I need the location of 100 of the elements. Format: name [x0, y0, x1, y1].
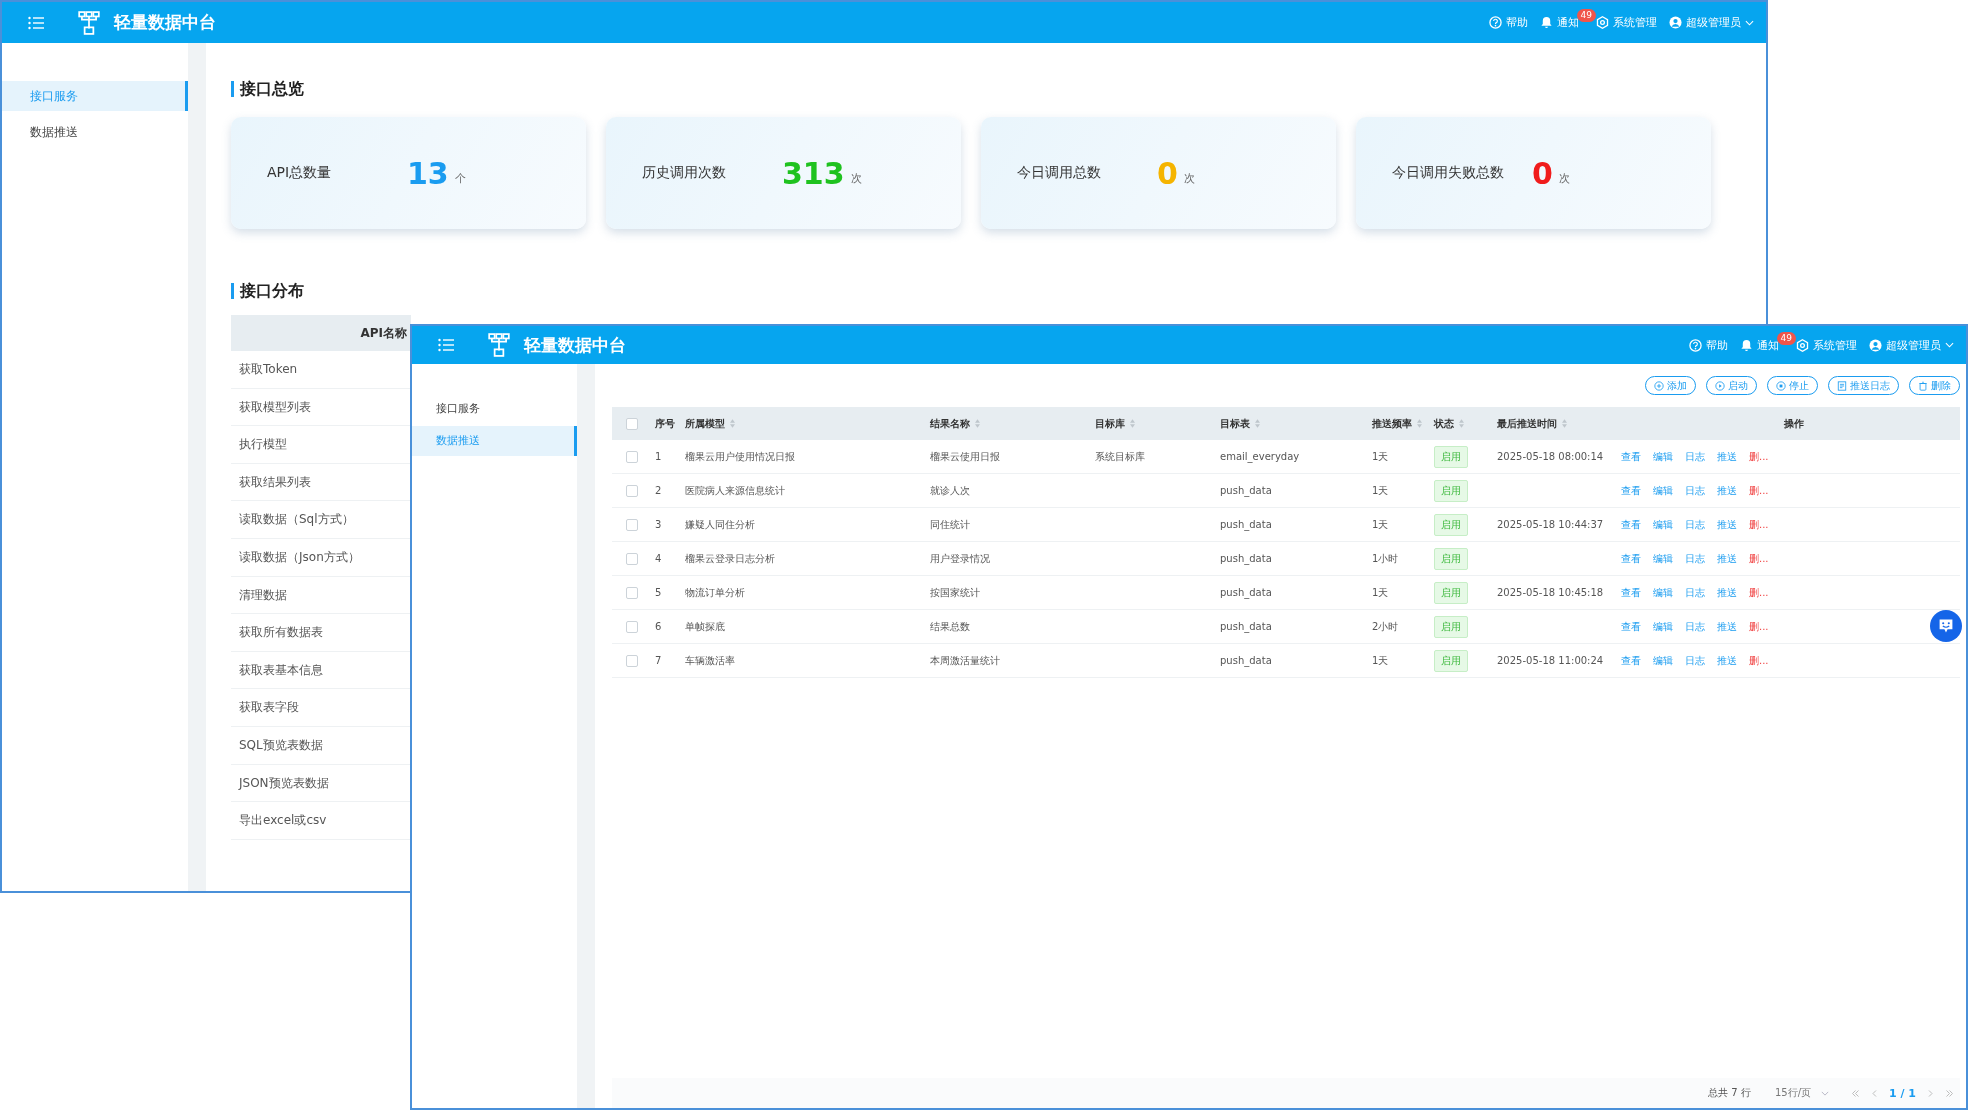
sort-icon	[1562, 419, 1567, 428]
column-header[interactable]: 推送频率	[1372, 416, 1434, 431]
action-link[interactable]: 查看	[1621, 619, 1641, 634]
action-link[interactable]: 查看	[1621, 449, 1641, 464]
action-link[interactable]: 删...	[1749, 483, 1769, 498]
action-link[interactable]: 查看	[1621, 517, 1641, 532]
header-link[interactable]: 系统管理	[1796, 337, 1857, 353]
action-link[interactable]: 日志	[1685, 551, 1705, 566]
header-link[interactable]: 超级管理员	[1869, 337, 1954, 353]
action-link[interactable]: 日志	[1685, 585, 1705, 600]
action-link[interactable]: 推送	[1717, 585, 1737, 600]
action-link[interactable]: 删...	[1749, 585, 1769, 600]
action-link[interactable]: 推送	[1717, 483, 1737, 498]
sort-icon	[975, 419, 980, 428]
table-cell-text: 1天	[1372, 449, 1390, 464]
action-link[interactable]: 编辑	[1653, 551, 1673, 566]
column-header[interactable]: 序号	[652, 416, 685, 431]
column-header[interactable]: 操作	[1617, 416, 1960, 431]
action-link[interactable]: 编辑	[1653, 585, 1673, 600]
column-header[interactable]: 目标表	[1220, 416, 1372, 431]
action-link[interactable]: 查看	[1621, 483, 1641, 498]
table-cell-text: 单帧探底	[685, 619, 726, 634]
header-link[interactable]: 帮助	[1488, 15, 1528, 30]
action-link[interactable]: 编辑	[1653, 653, 1673, 668]
column-header[interactable]: 状态	[1434, 416, 1497, 431]
action-link[interactable]: 删...	[1749, 551, 1769, 566]
stat-value: 0	[1157, 155, 1178, 191]
toolbar-button[interactable]: 停止	[1767, 376, 1818, 395]
sidebar-item[interactable]: 数据推送	[2, 117, 188, 147]
column-header[interactable]: 最后推送时间	[1497, 416, 1617, 431]
table-cell-text: 1天	[1372, 653, 1390, 668]
action-link[interactable]: 编辑	[1653, 517, 1673, 532]
table-cell-text: push_data	[1220, 655, 1273, 666]
checkbox[interactable]	[626, 450, 638, 463]
menu-icon[interactable]	[28, 15, 44, 30]
stat-value: 0	[1532, 155, 1553, 191]
action-link[interactable]: 推送	[1717, 619, 1737, 634]
stat-unit: 次	[1183, 170, 1195, 186]
column-header[interactable]: 目标库	[1095, 416, 1220, 431]
checkbox[interactable]	[626, 654, 638, 667]
action-link[interactable]: 编辑	[1653, 483, 1673, 498]
header-link[interactable]: 超级管理员	[1669, 15, 1754, 30]
next-page-icon[interactable]	[1926, 1088, 1935, 1098]
table-cell-text: push_data	[1220, 519, 1273, 530]
header-link[interactable]: 系统管理	[1596, 15, 1657, 30]
table-cell-text: 2	[654, 485, 663, 496]
action-link[interactable]: 日志	[1685, 483, 1705, 498]
sidebar-item[interactable]: 接口服务	[412, 394, 577, 424]
action-link[interactable]: 查看	[1621, 653, 1641, 668]
action-link[interactable]: 删...	[1749, 653, 1769, 668]
table-cell-text: 榴果云使用日报	[930, 449, 1001, 464]
action-link[interactable]: 推送	[1717, 449, 1737, 464]
table-cell-text: 用户登录情况	[930, 551, 991, 566]
stat-unit: 次	[850, 170, 862, 186]
action-link[interactable]: 编辑	[1653, 619, 1673, 634]
action-link[interactable]: 删...	[1749, 517, 1769, 532]
first-page-icon[interactable]	[1851, 1088, 1860, 1098]
toolbar-button[interactable]: 删除	[1909, 376, 1960, 395]
section-title: 接口总览	[231, 81, 1766, 97]
checkbox[interactable]	[626, 518, 638, 531]
table-cell-text: 1小时	[1372, 551, 1400, 566]
checkbox[interactable]	[626, 586, 638, 599]
action-link[interactable]: 推送	[1717, 551, 1737, 566]
column-header[interactable]: 结果名称	[930, 416, 1095, 431]
action-link[interactable]: 删...	[1749, 449, 1769, 464]
page-size-select[interactable]: 15行/页	[1774, 1086, 1829, 1100]
action-link[interactable]: 日志	[1685, 517, 1705, 532]
previous-page-icon[interactable]	[1870, 1088, 1879, 1098]
header-link[interactable]: 通知	[1539, 15, 1579, 30]
action-link[interactable]: 删...	[1749, 619, 1769, 634]
action-link[interactable]: 查看	[1621, 551, 1641, 566]
action-link[interactable]: 日志	[1685, 653, 1705, 668]
checkbox[interactable]	[626, 552, 638, 565]
chat-button[interactable]	[1930, 610, 1962, 642]
action-link[interactable]: 日志	[1685, 619, 1705, 634]
header-link-label: 系统管理	[1813, 337, 1857, 353]
header-link[interactable]: 帮助	[1688, 337, 1728, 353]
toolbar-button[interactable]: 推送日志	[1828, 376, 1899, 395]
toolbar-button[interactable]: 添加	[1645, 376, 1696, 395]
status-tag: 启用	[1434, 581, 1468, 604]
toolbar-button[interactable]: 启动	[1706, 376, 1757, 395]
action-link[interactable]: 编辑	[1653, 449, 1673, 464]
action-link[interactable]: 推送	[1717, 653, 1737, 668]
last-page-icon[interactable]	[1945, 1088, 1954, 1098]
help-icon	[1488, 16, 1502, 29]
menu-icon[interactable]	[438, 338, 454, 352]
checkbox[interactable]	[626, 417, 638, 430]
action-link[interactable]: 推送	[1717, 517, 1737, 532]
table-cell-text: push_data	[1220, 553, 1273, 564]
column-header[interactable]: 所属模型	[685, 416, 930, 431]
checkbox[interactable]	[626, 620, 638, 633]
sidebar-item[interactable]: 数据推送	[412, 426, 577, 456]
section-title: 接口分布	[231, 283, 1766, 299]
action-link[interactable]: 日志	[1685, 449, 1705, 464]
header-link[interactable]: 通知	[1739, 337, 1779, 353]
table-cell-text: 按国家统计	[930, 585, 981, 600]
action-link[interactable]: 查看	[1621, 585, 1641, 600]
checkbox[interactable]	[626, 484, 638, 497]
sidebar-item[interactable]: 接口服务	[2, 81, 188, 111]
status-tag: 启用	[1434, 479, 1468, 502]
